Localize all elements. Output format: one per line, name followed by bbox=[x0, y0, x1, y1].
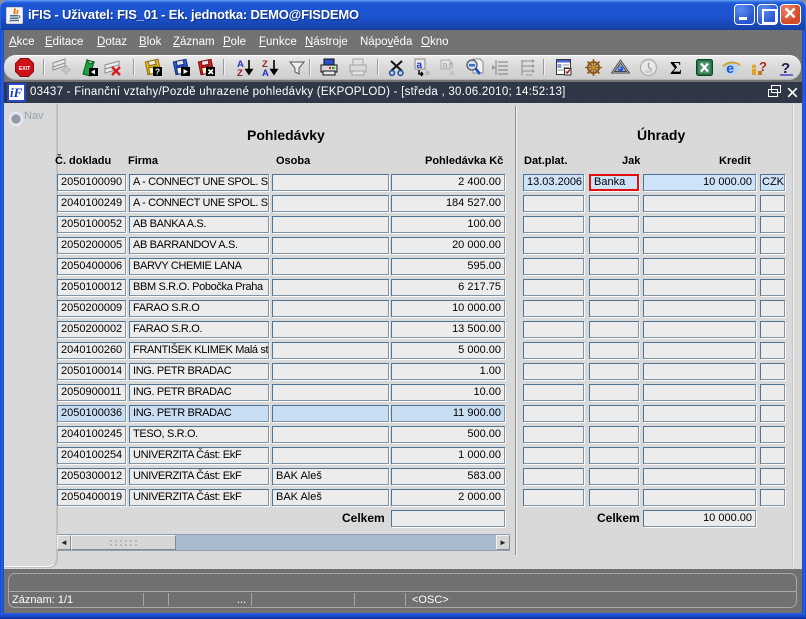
svg-text:?: ? bbox=[155, 67, 160, 77]
svg-text:a: a bbox=[450, 68, 455, 77]
svg-text:Z: Z bbox=[237, 68, 243, 77]
svg-text:Σ: Σ bbox=[670, 58, 682, 77]
svg-text:A: A bbox=[262, 68, 269, 77]
svg-text:1315: 1315 bbox=[645, 70, 653, 74]
svg-text:EXIT: EXIT bbox=[19, 66, 31, 72]
svg-text:a: a bbox=[417, 60, 423, 71]
svg-text:a: a bbox=[425, 68, 430, 77]
svg-text:a: a bbox=[443, 60, 448, 70]
svg-text:iF: iF bbox=[10, 85, 23, 100]
svg-text:?: ? bbox=[759, 59, 767, 74]
